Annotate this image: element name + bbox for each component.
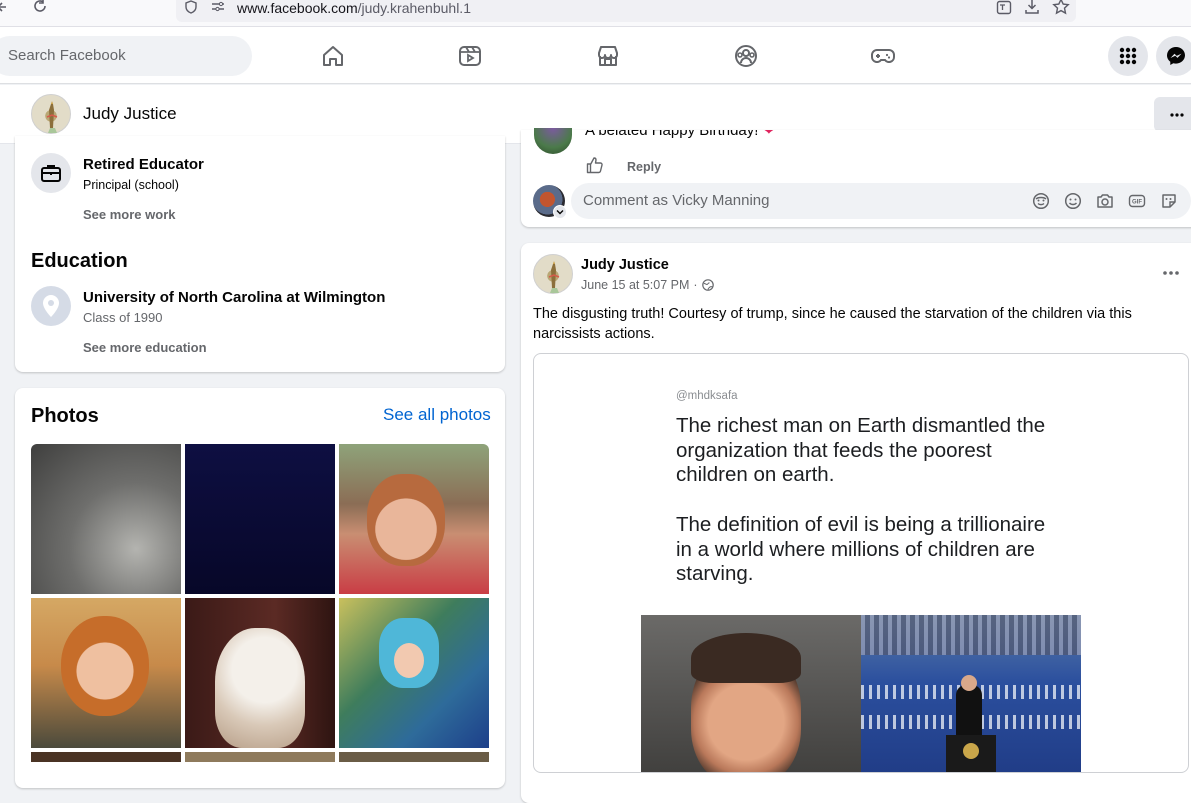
school-icon: [31, 286, 71, 326]
photo-thumbnail[interactable]: [31, 598, 181, 748]
more-dots-icon: [1163, 271, 1179, 275]
photo-thumbnail[interactable]: [339, 752, 489, 762]
work-role: Principal (school): [83, 178, 179, 192]
sticker-icon[interactable]: [1158, 190, 1180, 212]
see-all-photos-link[interactable]: See all photos: [383, 405, 491, 425]
photo-thumbnail[interactable]: [31, 444, 181, 594]
photo-thumbnail[interactable]: [185, 752, 335, 762]
comment-input-placeholder: Comment as Vicky Manning: [583, 192, 770, 209]
more-dots-icon: [1170, 112, 1184, 117]
gif-icon[interactable]: GIF: [1126, 190, 1148, 212]
permissions-icon[interactable]: [210, 0, 226, 14]
svg-text:GIF: GIF: [1132, 200, 1142, 206]
school-name[interactable]: University of North Carolina at Wilmingt…: [83, 289, 385, 307]
post-author-name[interactable]: Judy Justice: [581, 256, 669, 274]
bookmark-star-icon[interactable]: [1052, 0, 1070, 16]
heart-emoji-icon: ❤: [762, 130, 776, 139]
photo-thumbnail[interactable]: [31, 752, 181, 762]
search-placeholder: Search Facebook: [8, 47, 126, 64]
download-icon[interactable]: [1024, 0, 1040, 15]
profile-avatar[interactable]: [31, 94, 71, 134]
meta-separator: ·: [693, 278, 698, 292]
url-domain: www.facebook.com: [237, 0, 358, 16]
facebook-navbar: Search Facebook: [0, 27, 1191, 84]
post-timestamp[interactable]: June 15 at 5:07 PM: [581, 277, 689, 293]
comment-text-content: A belated Happy Birthday!: [585, 130, 759, 139]
photo-thumbnail[interactable]: [339, 444, 489, 594]
post-menu-button[interactable]: [1158, 260, 1184, 286]
translate-icon[interactable]: [996, 0, 1012, 16]
image-quote-paragraph-2: The definition of evil is being a trilli…: [676, 513, 1046, 585]
school-class: Class of 1990: [83, 310, 163, 325]
profile-name[interactable]: Judy Justice: [83, 104, 177, 124]
like-icon[interactable]: [586, 156, 604, 174]
messenger-icon[interactable]: [1156, 36, 1191, 76]
see-more-work-link[interactable]: See more work: [83, 207, 176, 223]
emoji-icon[interactable]: [1062, 190, 1084, 212]
url-path: /judy.krahenbuhl.1: [357, 0, 471, 16]
video-icon[interactable]: [450, 36, 490, 76]
photo-thumbnail[interactable]: [185, 444, 335, 594]
menu-grid-icon[interactable]: [1108, 36, 1148, 76]
url-text[interactable]: www.facebook.com/judy.krahenbuhl.1: [237, 0, 471, 18]
shield-icon[interactable]: [184, 0, 198, 14]
reply-button[interactable]: Reply: [627, 159, 661, 175]
more-options-button[interactable]: [1154, 97, 1191, 132]
work-title[interactable]: Retired Educator: [83, 156, 204, 174]
image-handle: @mhdksafa: [676, 390, 738, 402]
post-meta: June 15 at 5:07 PM ·: [581, 277, 714, 293]
photo-thumbnail[interactable]: [339, 598, 489, 748]
post-author-avatar[interactable]: [533, 254, 573, 294]
back-icon[interactable]: [0, 0, 10, 14]
camera-icon[interactable]: [1094, 190, 1116, 212]
see-more-education-link[interactable]: See more education: [83, 340, 207, 356]
photo-thumbnail[interactable]: [185, 598, 335, 748]
groups-icon[interactable]: [726, 36, 766, 76]
gaming-icon[interactable]: [863, 36, 903, 76]
photos-heading[interactable]: Photos: [31, 404, 99, 428]
image-quote-paragraph-1: The richest man on Earth dismantled the …: [676, 414, 1046, 486]
education-heading: Education: [31, 250, 128, 272]
post-text: The disgusting truth! Courtesy of trump,…: [533, 306, 1132, 342]
browser-toolbar: www.facebook.com/judy.krahenbuhl.1: [0, 0, 1191, 27]
reload-icon[interactable]: [32, 0, 48, 15]
briefcase-icon: [31, 153, 71, 193]
avatar-sticker-icon[interactable]: [1030, 190, 1052, 212]
avatar-dropdown-icon[interactable]: [553, 205, 567, 219]
marketplace-icon[interactable]: [588, 36, 628, 76]
comment-text: A belated Happy Birthday! ❤: [585, 130, 775, 148]
globe-icon: [701, 279, 714, 291]
image-photo-left: [641, 615, 861, 772]
post-image[interactable]: @mhdksafa The richest man on Earth disma…: [533, 353, 1189, 773]
image-photo-right: [861, 615, 1081, 772]
home-icon[interactable]: [313, 36, 353, 76]
